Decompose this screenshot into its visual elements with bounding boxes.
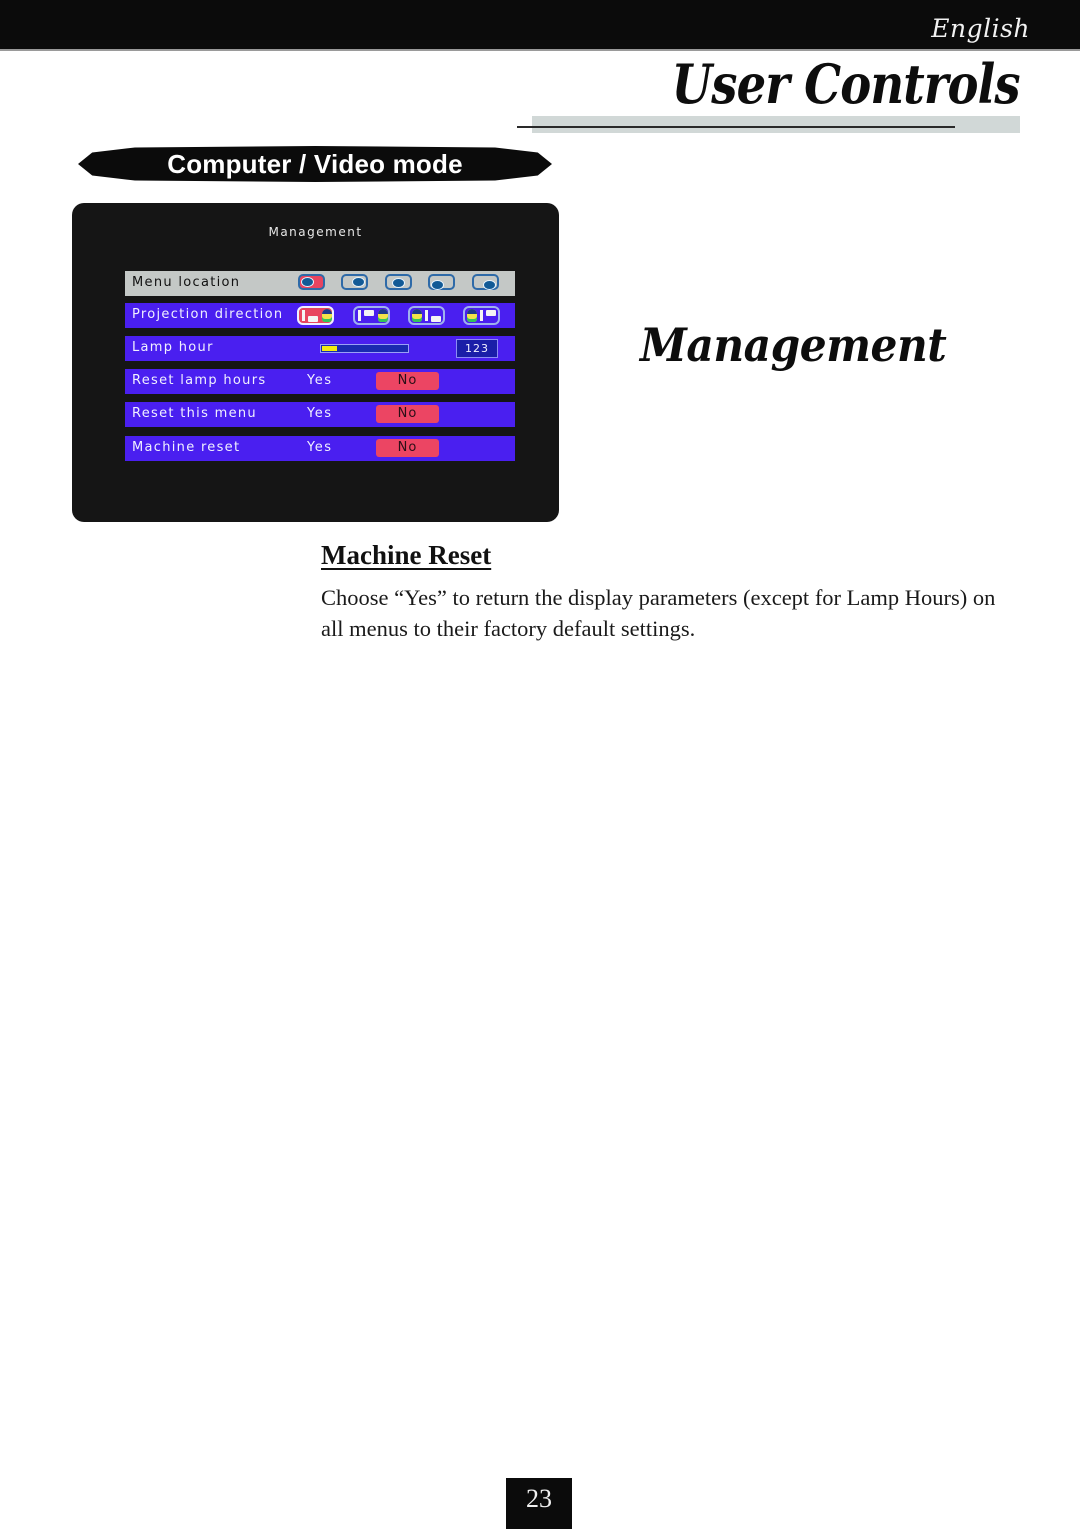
osd-row-projection-direction[interactable]: Projection direction [125, 303, 515, 328]
no-option[interactable]: No [376, 372, 439, 390]
no-option[interactable]: No [376, 405, 439, 423]
rear-desktop-projection-icon[interactable] [408, 306, 445, 325]
yes-option[interactable]: Yes [307, 406, 333, 421]
osd-row-menu-location[interactable]: Menu location [125, 271, 515, 296]
osd-title: Management [268, 225, 363, 239]
lamp-hour-value: 123 [456, 339, 498, 358]
menu-location-center-icon[interactable] [385, 274, 412, 290]
header-bar: English [0, 0, 1080, 51]
menu-location-top-right-icon[interactable] [341, 274, 368, 290]
lamp-hour-meter [320, 344, 409, 353]
osd-row-lamp-hour[interactable]: Lamp hour 123 [125, 336, 515, 361]
yes-option[interactable]: Yes [307, 440, 333, 455]
language-text: English [931, 14, 1030, 43]
osd-row-reset-lamp-hours[interactable]: Reset lamp hours Yes No [125, 369, 515, 394]
osd-row-label: Machine reset [132, 440, 241, 455]
osd-row-reset-this-menu[interactable]: Reset this menu Yes No [125, 402, 515, 427]
menu-location-bottom-right-icon[interactable] [472, 274, 499, 290]
osd-row-label: Lamp hour [132, 340, 214, 355]
mode-banner-text: Computer / Video mode [167, 148, 463, 179]
menu-location-bottom-left-icon[interactable] [428, 274, 455, 290]
osd-management-menu: Management Menu location Projection dire… [72, 203, 559, 522]
front-desktop-projection-icon[interactable] [297, 306, 334, 325]
osd-row-label: Reset lamp hours [132, 373, 267, 388]
yes-option[interactable]: Yes [307, 373, 333, 388]
page-number: 23 [506, 1478, 572, 1529]
page-heading: Management [640, 318, 947, 372]
front-ceiling-projection-icon[interactable] [353, 306, 390, 325]
osd-row-machine-reset[interactable]: Machine reset Yes No [125, 436, 515, 461]
mode-banner: Computer / Video mode [78, 146, 552, 182]
lamp-hour-meter-fill [322, 346, 338, 351]
osd-row-label: Projection direction [132, 307, 284, 322]
osd-row-label: Menu location [132, 275, 241, 290]
rear-ceiling-projection-icon[interactable] [463, 306, 500, 325]
title-underline-rule [517, 126, 955, 128]
osd-row-label: Reset this menu [132, 406, 257, 421]
no-option[interactable]: No [376, 439, 439, 457]
section-title: User Controls [671, 52, 1021, 116]
menu-location-top-left-icon[interactable] [298, 274, 325, 290]
language-label: English [931, 14, 1030, 43]
title-underline-bar [532, 116, 1020, 133]
section-body: Choose “Yes” to return the display param… [321, 585, 996, 641]
section-heading: Machine Reset [321, 540, 492, 570]
